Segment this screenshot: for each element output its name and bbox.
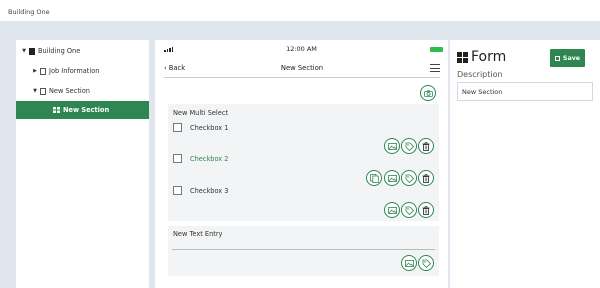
checkbox-label: Checkbox 2	[190, 154, 229, 163]
save-button[interactable]: Save	[550, 49, 585, 67]
checkbox-label: Checkbox 3	[190, 186, 229, 195]
tree-item-label: New Section	[49, 87, 90, 95]
camera-icon	[423, 89, 433, 97]
text-entry-underline	[172, 249, 435, 250]
multi-select-card: New Multi Select Checkbox 1 Checkbox 2 C…	[168, 104, 439, 221]
form-title: Form	[471, 49, 507, 65]
tag-icon	[405, 206, 414, 215]
battery-icon	[430, 47, 443, 52]
tree-item-new-section-selected[interactable]: New Section	[16, 101, 149, 119]
delete-button[interactable]	[418, 170, 434, 186]
page-icon	[40, 87, 46, 95]
trash-icon	[422, 205, 430, 215]
image-button[interactable]	[401, 255, 417, 271]
tag-icon	[422, 259, 431, 268]
form-grid-icon	[53, 107, 60, 113]
expanded-caret-icon[interactable]: ▼	[21, 48, 27, 54]
trash-icon	[422, 141, 430, 151]
save-label: Save	[562, 54, 581, 62]
checkbox[interactable]	[173, 186, 182, 195]
expanded-caret-icon[interactable]: ▼	[32, 88, 38, 94]
camera-button[interactable]	[420, 85, 436, 101]
tree-item-new-section[interactable]: ▼ New Section	[16, 82, 149, 100]
copy-icon	[369, 173, 379, 183]
tree-item-label: Job Information	[49, 67, 100, 75]
section-tree: ▼ Building One ▶ Job Information ▼ New S…	[16, 40, 149, 288]
image-icon	[387, 142, 397, 150]
image-button[interactable]	[384, 170, 400, 186]
text-entry-card: New Text Entry	[168, 226, 439, 276]
tag-button[interactable]	[401, 202, 417, 218]
image-icon	[404, 259, 414, 267]
save-icon	[554, 55, 560, 61]
text-entry-title: New Text Entry	[173, 230, 223, 238]
tag-icon	[405, 142, 414, 151]
checkbox-row[interactable]: Checkbox 2	[173, 154, 229, 163]
status-time: 12:00 AM	[286, 45, 317, 53]
description-label: Description	[457, 70, 503, 79]
tag-icon	[405, 174, 414, 183]
form-grid-icon	[457, 51, 468, 63]
checkbox-row[interactable]: Checkbox 1	[173, 123, 229, 132]
tree-item-job-information[interactable]: ▶ Job Information	[16, 62, 149, 80]
checkbox-label: Checkbox 1	[190, 123, 229, 132]
form-panel: Form Save Description New Section	[450, 40, 600, 288]
image-icon	[387, 174, 397, 182]
description-input[interactable]: New Section	[457, 82, 593, 101]
document-icon	[29, 47, 35, 55]
checkbox[interactable]	[173, 123, 182, 132]
text-entry-field[interactable]	[172, 238, 435, 249]
page-icon	[40, 67, 46, 75]
tag-button[interactable]	[401, 170, 417, 186]
checkbox-row[interactable]: Checkbox 3	[173, 186, 229, 195]
image-icon	[387, 206, 397, 214]
status-bar: 12:00 AM	[155, 40, 448, 56]
copy-button[interactable]	[366, 170, 382, 186]
collapsed-caret-icon[interactable]: ▶	[32, 68, 38, 74]
phone-title: New Section	[280, 64, 324, 72]
image-button[interactable]	[384, 202, 400, 218]
trash-icon	[422, 173, 430, 183]
form-heading: Form	[457, 49, 506, 65]
multi-select-title: New Multi Select	[173, 109, 229, 117]
hamburger-menu-icon[interactable]	[430, 64, 440, 72]
tree-item-label: Building One	[38, 47, 81, 55]
delete-button[interactable]	[418, 138, 434, 154]
tag-button[interactable]	[401, 138, 417, 154]
checkbox[interactable]	[173, 154, 182, 163]
tag-button[interactable]	[418, 255, 434, 271]
image-button[interactable]	[384, 138, 400, 154]
phone-nav-bar: ‹ Back New Section	[164, 58, 440, 78]
app-title: Building One	[8, 8, 50, 16]
top-bar: Building One	[0, 0, 600, 22]
delete-button[interactable]	[418, 202, 434, 218]
tree-item-building[interactable]: ▼ Building One	[16, 42, 149, 60]
tree-item-label: New Section	[63, 106, 110, 114]
